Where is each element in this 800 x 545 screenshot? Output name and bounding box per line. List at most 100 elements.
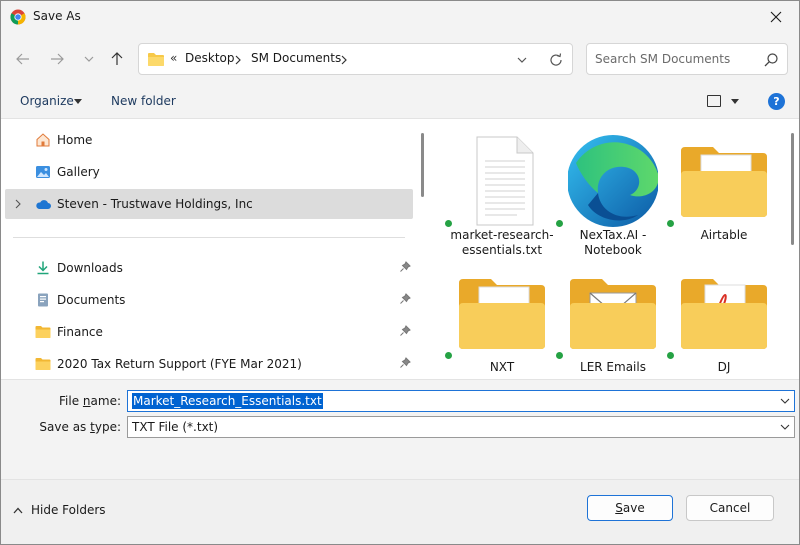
command-toolbar: Organize New folder ?: [1, 86, 799, 118]
address-overflow[interactable]: «: [170, 51, 177, 65]
file-item-ler-emails-folder[interactable]: LER Emails: [555, 259, 666, 387]
pin-icon[interactable]: [399, 293, 411, 305]
nav-item-tax-return-support[interactable]: 2020 Tax Return Support (FYE Mar 2021): [5, 349, 413, 379]
chevron-down-icon[interactable]: [780, 423, 790, 431]
nav-label: Home: [57, 133, 93, 147]
help-button[interactable]: ?: [768, 93, 785, 110]
file-item-dj-folder[interactable]: DJ: [666, 259, 777, 387]
dialog-footer: Hide Folders Save Cancel: [1, 479, 799, 544]
file-list-scrollbar[interactable]: [791, 133, 794, 245]
file-name-label: File name:: [59, 394, 121, 408]
nav-label: Steven - Trustwave Holdings, Inc: [57, 197, 253, 211]
sync-status-icon: [555, 219, 564, 228]
sync-status-icon: [666, 219, 675, 228]
refresh-icon[interactable]: [548, 52, 564, 68]
sync-status-icon: [444, 351, 453, 360]
save-as-type-label: Save as type:: [39, 420, 121, 434]
folder-pdf-icon: [681, 279, 767, 349]
nav-item-home[interactable]: Home: [5, 125, 413, 155]
nav-label: Finance: [57, 325, 103, 339]
file-name: NexTax.AI - Notebook: [579, 228, 647, 257]
chevron-down-icon: [84, 56, 94, 62]
sync-status-icon: [666, 351, 675, 360]
cancel-button[interactable]: Cancel: [686, 495, 774, 521]
file-item-airtable-folder[interactable]: W Airtable: [666, 127, 777, 255]
save-form: File name: Market_Research_Essentials.tx…: [1, 379, 799, 479]
breadcrumb-desktop[interactable]: Desktop: [185, 51, 235, 65]
nav-item-onedrive[interactable]: Steven - Trustwave Holdings, Inc: [5, 189, 413, 219]
nav-label: Gallery: [57, 165, 100, 179]
caret-down-icon[interactable]: [731, 99, 739, 105]
close-button[interactable]: [753, 1, 799, 32]
forward-button[interactable]: [46, 48, 68, 70]
nav-item-documents[interactable]: Documents: [5, 285, 413, 315]
arrow-right-icon: [51, 53, 64, 65]
save-as-dialog: Save As « Desktop SM Documents Search SM…: [0, 0, 800, 545]
folder-icon: [148, 53, 164, 66]
hide-folders-label: Hide Folders: [31, 503, 106, 517]
edge-browser-icon: [568, 135, 658, 227]
file-name: Airtable: [700, 228, 748, 242]
folder-word-icon: W: [459, 279, 545, 349]
save-as-type-value[interactable]: TXT File (*.txt): [132, 420, 218, 434]
title-bar: Save As: [1, 1, 799, 32]
recent-locations-button[interactable]: [78, 48, 100, 70]
nav-item-gallery[interactable]: Gallery: [5, 157, 413, 187]
arrow-up-icon: [111, 52, 123, 65]
search-icon[interactable]: [763, 52, 779, 68]
chevron-right-icon[interactable]: [14, 199, 22, 209]
file-name-input[interactable]: Market_Research_Essentials.txt: [127, 390, 795, 412]
up-button[interactable]: [106, 48, 128, 70]
save-as-type-select[interactable]: TXT File (*.txt): [127, 416, 795, 438]
chevron-up-icon: [13, 507, 23, 513]
file-item-nxt-folder[interactable]: W NXT: [444, 259, 555, 387]
nav-label: Downloads: [57, 261, 123, 275]
search-placeholder[interactable]: Search SM Documents: [595, 52, 730, 66]
main-area: Home Gallery Steven - Trustwave Holdings…: [1, 118, 799, 380]
nav-label: 2020 Tax Return Support (FYE Mar 2021): [57, 357, 302, 371]
file-name-value[interactable]: Market_Research_Essentials.txt: [132, 393, 323, 409]
caret-down-icon[interactable]: [74, 99, 82, 105]
breadcrumb-sm-documents[interactable]: SM Documents: [251, 51, 341, 65]
gallery-icon: [36, 166, 50, 178]
text-file-icon: [476, 136, 534, 226]
folder-icon: [35, 326, 51, 338]
nav-item-downloads[interactable]: Downloads: [5, 253, 413, 283]
file-item-market-research[interactable]: market-research- essentials.txt: [444, 127, 555, 257]
address-bar[interactable]: « Desktop SM Documents: [138, 43, 573, 75]
pin-icon[interactable]: [399, 357, 411, 369]
chevron-down-icon[interactable]: [780, 397, 790, 405]
pin-icon[interactable]: [399, 261, 411, 273]
hide-folders-button[interactable]: Hide Folders: [13, 503, 106, 517]
search-box[interactable]: Search SM Documents: [586, 43, 788, 75]
organize-button[interactable]: Organize: [20, 94, 74, 108]
nav-label: Documents: [57, 293, 126, 307]
nav-item-finance[interactable]: Finance: [5, 317, 413, 347]
download-icon: [37, 261, 49, 275]
back-button[interactable]: [12, 48, 34, 70]
new-folder-button[interactable]: New folder: [111, 94, 176, 108]
window-title: Save As: [33, 9, 81, 23]
view-icon[interactable]: [707, 95, 721, 107]
chevron-right-icon[interactable]: [341, 55, 347, 65]
navigation-pane: Home Gallery Steven - Trustwave Holdings…: [1, 119, 431, 380]
chevron-right-icon[interactable]: [235, 55, 241, 65]
save-button[interactable]: Save: [587, 495, 673, 521]
file-list: market-research- essentials.txt NexTax.A…: [431, 119, 799, 380]
navigation-bar: « Desktop SM Documents Search SM Documen…: [1, 32, 799, 86]
sync-status-icon: [444, 219, 453, 228]
nav-scrollbar[interactable]: [421, 133, 424, 197]
arrow-left-icon: [16, 53, 29, 65]
folder-word-icon: W: [681, 147, 767, 217]
file-item-nextax-notebook[interactable]: NexTax.AI - Notebook: [555, 127, 666, 257]
home-icon: [36, 133, 50, 147]
help-icon: ?: [773, 95, 780, 108]
nav-divider: [13, 237, 405, 238]
chrome-icon: [10, 9, 26, 25]
sync-status-icon: [555, 351, 564, 360]
file-name: LER Emails: [580, 360, 646, 374]
documents-icon: [38, 293, 48, 307]
pin-icon[interactable]: [399, 325, 411, 337]
address-dropdown-icon[interactable]: [515, 53, 529, 67]
folder-icon: [35, 358, 51, 370]
